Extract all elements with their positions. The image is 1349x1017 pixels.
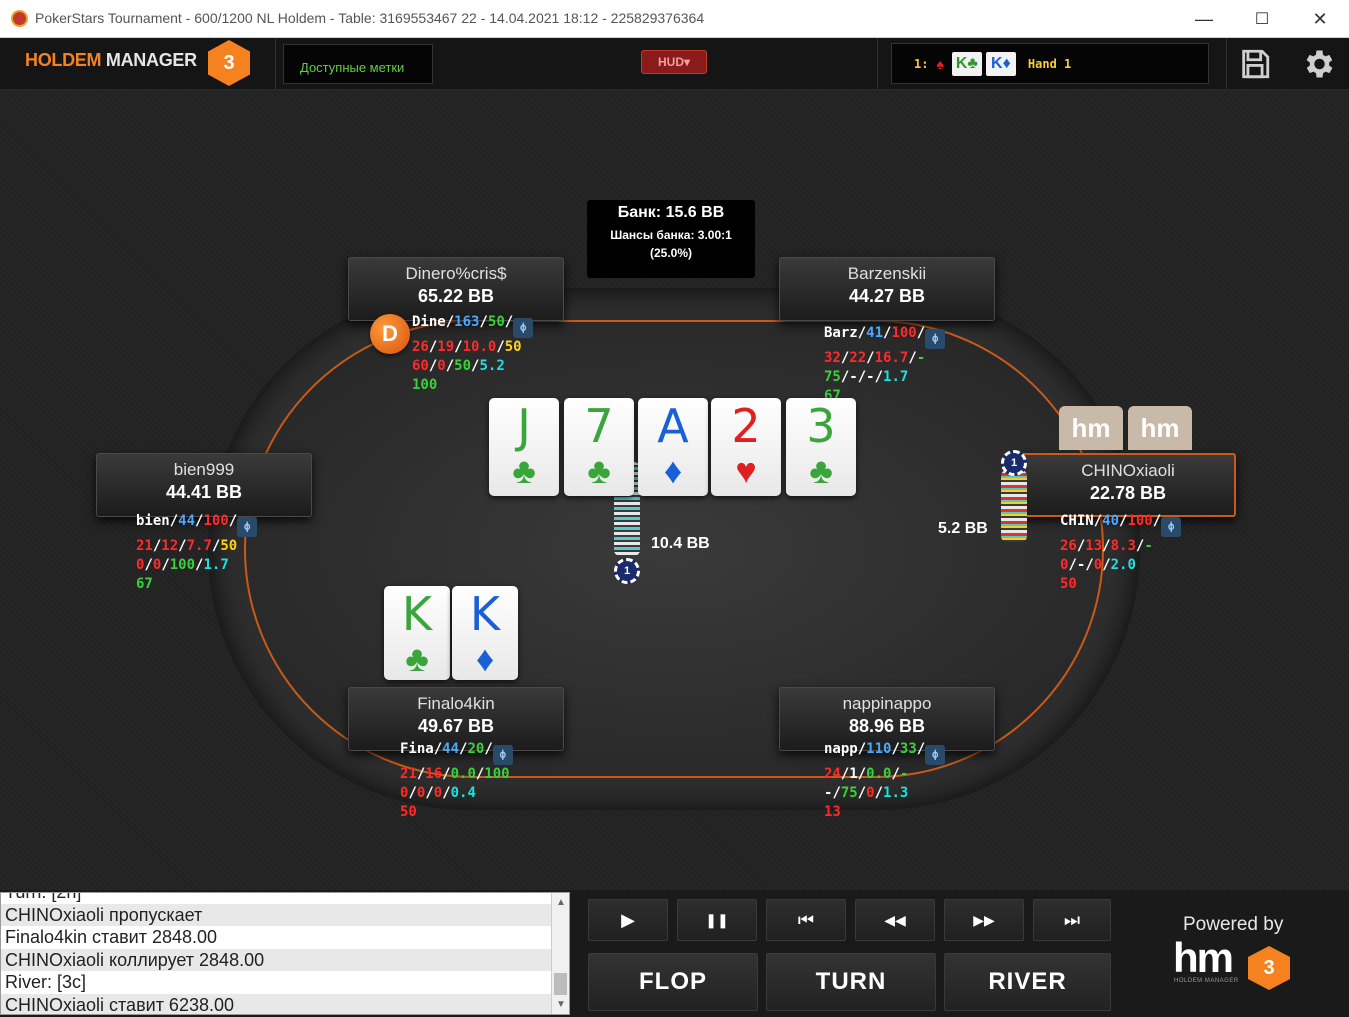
chip-top-icon: 1 — [614, 558, 640, 584]
hud-popup-icon[interactable]: ф — [492, 745, 513, 765]
chip-top-icon: 1 — [1001, 450, 1027, 476]
maximize-button[interactable]: ☐ — [1233, 0, 1291, 38]
player-name: Dinero%cris$ — [405, 264, 507, 283]
hm3-badge-icon: 3 — [1248, 946, 1290, 990]
log-line: River: [3c] — [5, 972, 87, 992]
rewind-button[interactable]: ◀◀ — [855, 899, 935, 941]
play-button[interactable]: ▶ — [588, 899, 668, 941]
close-button[interactable]: ✕ — [1291, 0, 1349, 38]
player-name: nappinappo — [842, 694, 932, 713]
hm-logo: hm — [1173, 934, 1234, 981]
hud-popup-icon[interactable]: ф — [1161, 517, 1182, 537]
player-name: Finalo4kin — [417, 694, 495, 713]
hud-popup-icon[interactable]: ф — [513, 318, 534, 338]
pot-odds-percent: (25.0%) — [649, 246, 693, 260]
bet-amount-center: 10.4 BB — [651, 535, 710, 552]
board-card-3: A ♦ — [638, 398, 708, 496]
hero-card-1: K ♣ — [384, 586, 450, 680]
pause-button[interactable]: ❚❚ — [677, 899, 757, 941]
player-name: Barzenskii — [847, 264, 927, 283]
hud-chinoxiaoli[interactable]: CHIN/40/100/ф 26/13/8.3/- 0/-/0/2.0 50 — [1060, 512, 1182, 594]
gear-icon[interactable] — [1300, 46, 1336, 82]
seat-dinero[interactable]: Dinero%cris$ 65.22 BB — [348, 257, 564, 321]
board-card-2: 7 ♣ — [564, 398, 634, 496]
toolbar: HOLDEM MANAGER 3 Доступные метки HUD▾ 1:… — [0, 38, 1349, 90]
pot-odds: Шансы банка: 3.00:1 — [610, 228, 732, 242]
bottom-panel: Turn: [2h] CHINOxiaoli пропускает Finalo… — [0, 890, 1349, 1017]
player-stack: 88.96 BB — [848, 716, 926, 736]
pot-amount: Банк: 15.6 BB — [617, 204, 725, 221]
log-line: Finalo4kin ставит 2848.00 — [5, 927, 218, 947]
log-scrollbar[interactable]: ▲ ▼ — [551, 893, 569, 1014]
minimize-button[interactable]: — — [1175, 0, 1233, 38]
toolbar-divider — [275, 38, 276, 90]
player-stack: 22.78 BB — [1089, 483, 1167, 503]
log-line: CHINOxiaoli пропускает — [1, 903, 569, 926]
toolbar-divider — [1226, 38, 1227, 90]
tags-button[interactable]: Доступные метки — [283, 44, 433, 84]
player-stack: 44.27 BB — [848, 286, 926, 306]
board-card-4: 2 ♥ — [711, 398, 781, 496]
holdem-manager-replayer: PokerStars Tournament - 600/1200 NL Hold… — [0, 0, 1349, 1017]
board-card-5: 3 ♣ — [786, 398, 856, 496]
hand-selector[interactable]: 1: ♠ K♣ K♦ Hand 1 — [891, 43, 1209, 84]
first-street-button[interactable]: ⏮ — [766, 899, 846, 941]
pokerstars-icon — [11, 10, 28, 27]
hud-dinero[interactable]: Dine/163/50/ф 26/19/10.0/50 60/0/50/5.2 … — [412, 313, 534, 395]
scroll-down-icon[interactable]: ▼ — [552, 999, 569, 1010]
fast-forward-button[interactable]: ▶▶ — [944, 899, 1024, 941]
last-street-button[interactable]: ⏭ — [1033, 899, 1111, 941]
pokerstars-spade-icon: ♠ — [936, 55, 944, 72]
turn-button[interactable]: TURN — [766, 953, 936, 1011]
flop-button[interactable]: FLOP — [588, 953, 758, 1011]
scrollbar-thumb[interactable] — [554, 973, 567, 995]
bet-amount-right: 5.2 BB — [938, 520, 988, 537]
toolbar-divider — [877, 38, 878, 90]
hud-popup-icon[interactable]: ф — [925, 329, 946, 349]
powered-by-label: Powered by — [1183, 914, 1284, 935]
log-line: CHINOxiaoli ставит 6238.00 — [1, 993, 569, 1014]
river-button[interactable]: RIVER — [944, 953, 1111, 1011]
hud-barzenskii[interactable]: Barz/41/100/ф 32/22/16.7/- 75/-/-/1.7 67 — [824, 324, 946, 406]
hud-finalo4kin[interactable]: Fina/44/20/ф 21/16/0.0/100 0/0/0/0.4 50 — [400, 740, 513, 822]
log-line: Turn: [2h] — [5, 892, 82, 902]
hm-note-tag[interactable]: hm — [1128, 406, 1192, 450]
window-titlebar: PokerStars Tournament - 600/1200 NL Hold… — [0, 0, 1349, 38]
player-name: CHINOxiaoli — [1081, 461, 1175, 480]
save-icon[interactable] — [1237, 46, 1273, 82]
seat-barzenskii[interactable]: Barzenskii 44.27 BB — [779, 257, 995, 321]
window-title: PokerStars Tournament - 600/1200 NL Hold… — [35, 10, 705, 26]
hm-note-tag[interactable]: hm — [1059, 406, 1123, 450]
scroll-up-icon[interactable]: ▲ — [552, 897, 569, 908]
player-stack: 49.67 BB — [417, 716, 495, 736]
hud-popup-icon[interactable]: ф — [237, 517, 258, 537]
holdem-manager-logo: HOLDEM MANAGER — [25, 50, 197, 70]
seat-bien999[interactable]: bien999 44.41 BB — [96, 453, 312, 517]
board-card-1: J ♣ — [489, 398, 559, 496]
player-name: bien999 — [173, 460, 235, 479]
hud-nappinappo[interactable]: napp/110/33/ф 24/1/0.0/- -/75/0/1.3 13 — [824, 740, 946, 822]
hand-index: 1: — [914, 56, 929, 71]
hand-card-1: K♣ — [951, 51, 982, 76]
log-line: CHINOxiaoli коллирует 2848.00 — [1, 948, 569, 971]
hm3-logo-icon: 3 — [208, 40, 250, 86]
seat-chinoxiaoli[interactable]: CHINOxiaoli 22.78 BB — [1020, 453, 1236, 517]
hud-bien999[interactable]: bien/44/100/ф 21/12/7.7/50 0/0/100/1.7 6… — [136, 512, 258, 594]
dealer-button: D — [370, 314, 410, 354]
holdem-manager-sublabel: HOLDEM MANAGER — [1174, 978, 1239, 984]
player-stack: 65.22 BB — [417, 286, 495, 306]
hand-card-2: K♦ — [985, 51, 1016, 76]
hud-popup-icon[interactable]: ф — [925, 745, 946, 765]
player-stack: 44.41 BB — [165, 482, 243, 502]
hand-history-log[interactable]: Turn: [2h] CHINOxiaoli пропускает Finalo… — [0, 892, 570, 1015]
pot-info: Банк: 15.6 BB Шансы банка: 3.00:1 (25.0%… — [587, 200, 755, 278]
hud-menu-button[interactable]: HUD▾ — [641, 50, 707, 74]
hero-card-2: K ♦ — [452, 586, 518, 680]
bet-chip-stack — [1001, 470, 1027, 542]
hand-label: Hand 1 — [1027, 56, 1072, 71]
